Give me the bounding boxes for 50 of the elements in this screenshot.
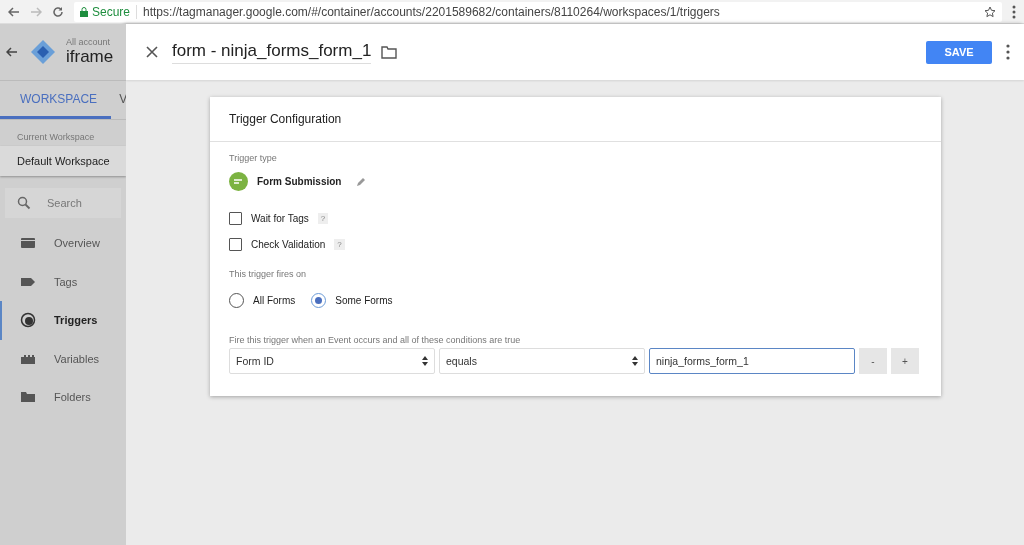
more-options-icon[interactable] (1006, 44, 1010, 60)
help-badge[interactable]: ? (317, 212, 329, 224)
help-badge[interactable]: ? (334, 238, 345, 250)
account-label: All account (66, 37, 112, 47)
menu-icon[interactable] (1012, 4, 1016, 19)
nav-item[interactable]: Triggers (0, 301, 126, 340)
checkbox[interactable] (229, 237, 242, 251)
trigger-name[interactable]: form - ninja_forms_form_1 (172, 40, 372, 64)
reload-icon[interactable] (52, 5, 64, 18)
workspace-label: Current Workspace (16, 131, 96, 144)
triggers-icon (20, 312, 36, 329)
form-icon (229, 172, 248, 191)
condition-label: Fire this trigger when an Event occurs and all of these conditions are true (229, 335, 522, 345)
add-condition-button[interactable]: + (891, 348, 919, 374)
close-icon[interactable] (146, 46, 158, 58)
trigger-type-label: Trigger type (229, 153, 278, 163)
nav-item[interactable]: Folders (0, 378, 126, 417)
fires-on-label: This trigger fires on (229, 269, 308, 279)
bookmark-star-icon[interactable] (984, 5, 996, 18)
address-bar[interactable]: Secure https://tagmanager.google.com/#/container/accounts/2201589682/containers/8110264/workspaces/1/triggers (74, 1, 1002, 22)
checkbox-label: Check Validation (251, 238, 326, 250)
checkbox[interactable] (229, 211, 242, 225)
radio-label: Some Forms (335, 294, 393, 306)
secure-label: Secure (92, 4, 131, 19)
diamond-logo-icon (30, 39, 56, 65)
search-icon (17, 196, 31, 210)
url-text: https://tagmanager.google.com/#/container/accounts/2201589682/containers/8110264/workspaces/1/triggers (143, 4, 721, 19)
container-name: iframe (66, 47, 114, 67)
dropdown-arrows-icon (632, 356, 638, 366)
checkbox-label: Wait for Tags (251, 212, 309, 224)
save-button[interactable]: SAVE (926, 40, 992, 64)
variable-dropdown[interactable]: Form ID (229, 348, 435, 374)
nav-item[interactable]: Tags (0, 262, 126, 301)
search-field[interactable]: Search (5, 188, 121, 218)
lock-icon (80, 6, 88, 17)
operator-dropdown[interactable]: equals (439, 348, 645, 374)
nav-item[interactable]: Variables (0, 339, 126, 378)
trigger-type-name[interactable]: Form Submission (257, 176, 342, 187)
back-arrow-icon[interactable] (8, 6, 20, 17)
dropdown-arrows-icon (422, 356, 428, 366)
workspace-tab[interactable]: WORKSPACE (0, 81, 112, 119)
card-title: Trigger Configuration (229, 112, 342, 126)
workspace-selector[interactable]: Default Workspace (0, 146, 126, 176)
folder-icon[interactable] (381, 45, 398, 59)
value-input[interactable]: ninja_forms_form_1 (649, 348, 855, 374)
back-arrow-icon[interactable] (6, 47, 18, 57)
nav-item[interactable]: Overview (0, 224, 126, 263)
radio-label: All Forms (253, 294, 296, 306)
remove-condition-button[interactable]: - (859, 348, 887, 374)
pencil-icon[interactable] (356, 176, 367, 187)
